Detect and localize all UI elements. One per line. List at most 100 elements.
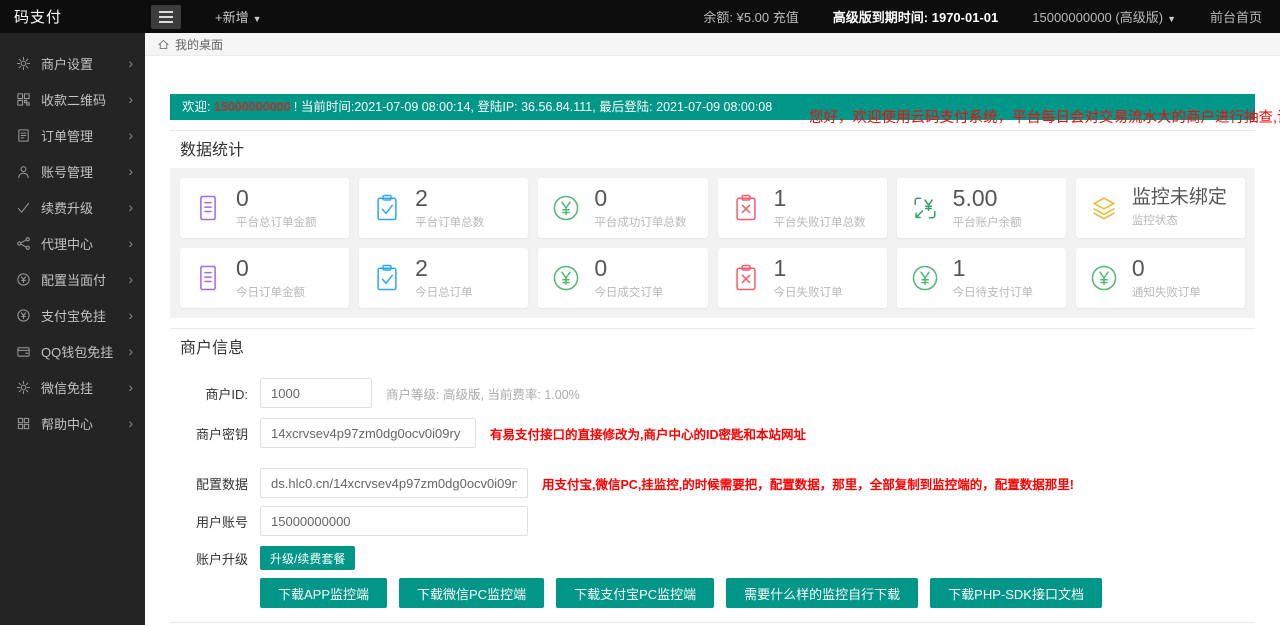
upgrade-renew-button[interactable]: 升级/续费套餐 — [260, 546, 356, 570]
balance-recharge[interactable]: 余额: ¥5.00 充值 — [703, 7, 798, 26]
coin-icon — [16, 308, 31, 323]
breadcrumb-desktop[interactable]: 我的桌面 — [175, 36, 223, 53]
stats-cards: 0 平台总订单金额 2 平台订单总数 0 平台成功订单总数 1 平台失败订单总数 5.0… — [170, 168, 1255, 318]
download-php-sdk-button[interactable]: 下载PHP-SDK接口文档 — [930, 578, 1102, 608]
user-account-label: 用户账号 — [195, 514, 248, 530]
sidebar-item-merchant-settings[interactable]: 商户设置 › — [0, 45, 145, 81]
stat-card-platform-total-amount: 0 平台总订单金额 — [180, 178, 350, 238]
top-header: 码支付 +新增 ▼ 余额: ¥5.00 充值 高级版到期时间: 1970-01-0… — [0, 0, 1280, 33]
merchant-section: 商户信息 商户ID: 商户等级: 高级版, 当前费率: 1.00% 商户密钥 有… — [170, 328, 1255, 612]
sidebar-item-orders[interactable]: 订单管理 › — [0, 117, 145, 153]
chevron-right-icon: › — [128, 91, 133, 107]
sidebar-item-renew-upgrade[interactable]: 续费升级 › — [0, 189, 145, 225]
sidebar-item-account[interactable]: 账号管理 › — [0, 153, 145, 189]
stat-card-today-success-orders: 0 今日成交订单 — [538, 248, 708, 308]
chevron-down-icon: ▼ — [1167, 14, 1176, 24]
chevron-right-icon: › — [128, 163, 133, 179]
merchant-level-note: 商户等级: 高级版, 当前费率: 1.00% — [386, 387, 580, 402]
sidebar-item-agent-center[interactable]: 代理中心 › — [0, 225, 145, 261]
sidebar-item-face-pay[interactable]: 配置当面付 › — [0, 261, 145, 297]
stat-label: 平台成功订单总数 — [594, 217, 687, 230]
chevron-right-icon: › — [128, 271, 133, 287]
stat-value: 0 — [594, 254, 608, 281]
stat-card-today-failed-orders: 1 今日失败订单 — [717, 248, 887, 308]
chevron-right-icon: › — [128, 127, 133, 143]
stat-label: 今日待支付订单 — [952, 287, 1034, 300]
recharge-link[interactable]: 充值 — [773, 10, 799, 25]
merchant-id-input[interactable] — [260, 378, 372, 408]
stat-label: 平台账户余额 — [952, 217, 1022, 230]
chevron-right-icon: › — [128, 55, 133, 71]
sidebar-item-qrcode[interactable]: 收款二维码 › — [0, 81, 145, 117]
layers-icon — [1088, 192, 1120, 224]
yen-exchange-icon — [909, 192, 941, 224]
front-home-link[interactable]: 前台首页 — [1210, 7, 1262, 26]
stat-value: 监控未绑定 — [1131, 187, 1227, 209]
stat-value: 1 — [773, 254, 787, 281]
download-custom-monitor-button[interactable]: 需要什么样的监控自行下载 — [726, 578, 919, 608]
chevron-right-icon: › — [128, 235, 133, 251]
stat-label: 平台订单总数 — [415, 217, 485, 230]
merchant-key-label: 商户密钥 — [195, 426, 248, 442]
chevron-right-icon: › — [128, 415, 133, 431]
breadcrumb: 我的桌面 — [145, 33, 1280, 56]
stat-card-platform-success-orders: 0 平台成功订单总数 — [538, 178, 708, 238]
chevron-right-icon: › — [128, 307, 133, 323]
download-alipay-pc-monitor-button[interactable]: 下载支付宝PC监控端 — [556, 578, 715, 608]
account-dropdown[interactable]: 15000000000 (高级版) ▼ — [1032, 7, 1176, 26]
chevron-right-icon: › — [128, 199, 133, 215]
stat-label: 今日成交订单 — [594, 287, 664, 300]
clipboard-x-icon — [730, 262, 762, 294]
home-icon — [157, 38, 170, 51]
sidebar-item-wechat[interactable]: 微信免挂 › — [0, 369, 145, 405]
grid-icon — [16, 416, 31, 431]
stat-card-platform-balance: 5.00 平台账户余额 — [896, 178, 1066, 238]
config-data-input[interactable] — [260, 468, 528, 498]
share-icon — [16, 236, 31, 251]
sidebar-item-qq-wallet[interactable]: QQ钱包免挂 › — [0, 333, 145, 369]
wallet-icon — [16, 344, 31, 359]
clipboard-check-icon — [371, 262, 403, 294]
config-data-label: 配置数据 — [195, 476, 248, 492]
download-wechat-pc-monitor-button[interactable]: 下载微信PC监控端 — [399, 578, 545, 608]
add-dropdown[interactable]: +新增 ▼ — [215, 7, 262, 26]
order-list-icon — [16, 128, 31, 143]
yen-circle-icon — [909, 262, 941, 294]
stat-value: 1 — [952, 254, 966, 281]
coin-icon — [16, 272, 31, 287]
stats-title: 数据统计 — [180, 142, 245, 159]
announcement-marquee: 您好，欢迎使用云码支付系统，平台每日会对交易流水大的商户进行抽查,请将 — [808, 110, 1280, 126]
sidebar-item-alipay[interactable]: 支付宝免挂 › — [0, 297, 145, 333]
config-data-note: 用支付宝,微信PC,挂监控,的时候需要把，配置数据，那里，全部复制到监控端的，配… — [542, 477, 1074, 492]
sidebar-item-help-center[interactable]: 帮助中心 › — [0, 405, 145, 441]
stat-label: 今日总订单 — [415, 287, 473, 300]
clipboard-check-icon — [371, 192, 403, 224]
welcome-username: 15000000000 — [213, 100, 291, 114]
stat-value: 5.00 — [952, 184, 998, 211]
user-icon — [16, 164, 31, 179]
stat-label: 平台总订单金额 — [236, 217, 317, 230]
stat-value: 2 — [415, 184, 428, 211]
stats-section: 数据统计 0 平台总订单金额 2 平台订单总数 0 平台成功订单总数 1 平台失败订单总… — [170, 130, 1255, 318]
clipboard-x-icon — [730, 192, 762, 224]
check-icon — [16, 200, 31, 215]
welcome-suffix: ! 当前时间:2021-07-09 08:00:14, 登陆IP: 36.56.… — [290, 100, 773, 114]
stat-value: 0 — [236, 184, 249, 211]
stat-value: 0 — [1131, 254, 1145, 281]
user-account-input[interactable] — [260, 506, 528, 536]
app-logo: 码支付 — [14, 9, 63, 26]
stat-value: 0 — [594, 184, 608, 211]
download-app-monitor-button[interactable]: 下载APP监控端 — [260, 578, 388, 608]
stat-label: 通知失败订单 — [1131, 287, 1201, 300]
stat-card-platform-failed-orders: 1 平台失败订单总数 — [717, 178, 887, 238]
stat-label: 平台失败订单总数 — [773, 217, 866, 230]
hamburger-menu-icon[interactable] — [151, 4, 181, 29]
yen-circle-icon — [1088, 262, 1120, 294]
stat-card-today-pending-orders: 1 今日待支付订单 — [896, 248, 1066, 308]
yen-circle-icon — [550, 262, 582, 294]
stat-value: 0 — [236, 254, 249, 281]
gear-icon — [16, 56, 31, 71]
chevron-down-icon: ▼ — [252, 14, 262, 24]
expire-info: 高级版到期时间: 1970-01-01 — [832, 10, 999, 25]
merchant-key-input[interactable] — [260, 418, 476, 448]
